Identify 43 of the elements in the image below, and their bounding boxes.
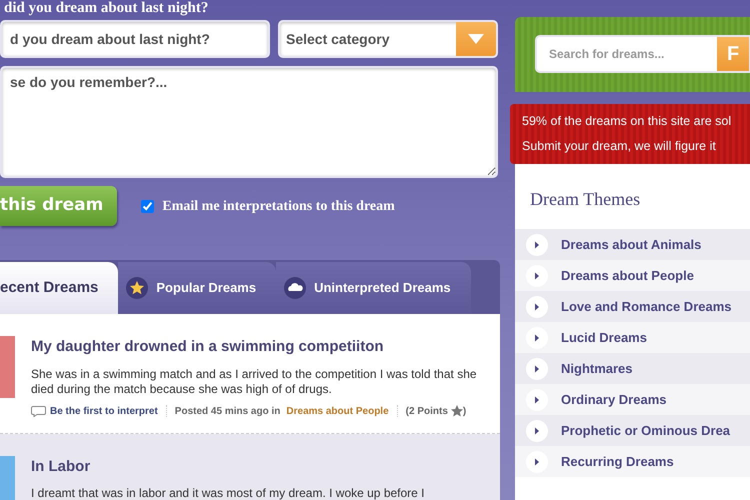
dream-title[interactable]: My daughter drowned in a swimming competiiton — [31, 336, 500, 358]
avatar-image — [0, 456, 15, 500]
play-icon — [525, 388, 549, 412]
theme-link[interactable]: Nightmares — [515, 353, 750, 384]
avatar-image — [0, 336, 15, 398]
dream-excerpt: I dreamt that was in labor and it was most of my dream. I woke up before I — [31, 486, 426, 500]
theme-link[interactable]: Dreams about People — [515, 260, 750, 291]
theme-link[interactable]: Dreams about Animals — [515, 229, 750, 260]
dream-title[interactable]: In Labor — [31, 456, 445, 478]
points-text: (2 Points — [406, 404, 448, 418]
points-text: ) — [462, 404, 466, 418]
theme-link[interactable]: Ordinary Dreams — [515, 384, 750, 415]
category-link[interactable]: Dreams about People — [286, 404, 389, 418]
star-icon — [450, 405, 463, 417]
page-heading: did you dream about last night? — [3, 0, 210, 16]
email-checkbox[interactable] — [141, 200, 154, 212]
themes-heading: Dream Themes — [529, 188, 642, 211]
comment-icon — [31, 406, 46, 416]
play-icon — [525, 450, 549, 474]
tab[interactable]: ecent Dreams — [0, 262, 118, 314]
theme-link[interactable]: Prophetic or Ominous Drea — [515, 415, 750, 446]
caret-icon — [468, 34, 484, 44]
email-label: Email me interpretations to this dream — [162, 198, 395, 216]
play-icon — [525, 294, 549, 318]
banner-text: 59% of the dreams on this site are sol — [522, 113, 732, 130]
cloud-icon — [284, 277, 306, 299]
play-icon — [525, 326, 549, 350]
theme-link[interactable]: Lucid Dreams — [515, 322, 750, 353]
theme-link[interactable]: Love and Romance Dreams — [515, 291, 750, 322]
theme-link[interactable]: Recurring Dreams — [515, 446, 750, 477]
tab[interactable]: Popular Dreams — [118, 262, 276, 314]
title-input[interactable]: d you dream about last night? — [0, 20, 270, 58]
tab[interactable]: Uninterpreted Dreams — [276, 262, 471, 314]
interpret-link[interactable]: Be the first to interpret — [31, 404, 158, 418]
play-icon — [525, 232, 549, 256]
play-icon — [525, 418, 549, 442]
play-icon — [525, 264, 549, 288]
dream-excerpt: She was in a swimming match and as I arrived to the competition I was told that she died during the match because she was high of of drugs. — [31, 366, 478, 396]
description-field[interactable]: se do you remember?... — [0, 66, 498, 178]
posted-text: Posted 45 mins ago in — [174, 404, 280, 418]
play-icon — [525, 356, 549, 380]
category-select[interactable]: Select category — [278, 20, 498, 58]
banner-text: Submit your dream, we will figure it — [522, 138, 717, 155]
